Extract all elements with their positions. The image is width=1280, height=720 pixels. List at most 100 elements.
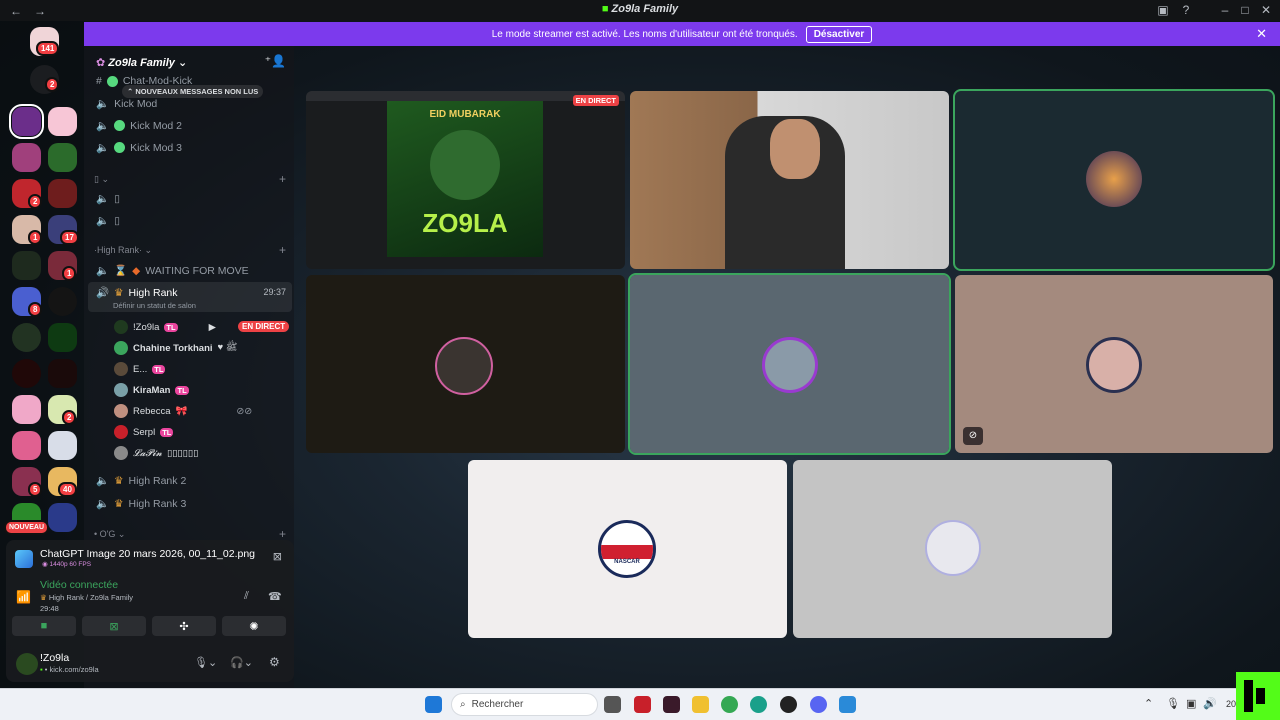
avatar-tile-kiraman[interactable] (628, 273, 951, 455)
voice-user[interactable]: E... TL (114, 362, 166, 376)
server-icon-20[interactable] (48, 431, 77, 460)
stream-quality: ◉ 1440p 60 FPS (42, 561, 92, 568)
tray-chevron-icon[interactable]: ⌃ (1144, 697, 1153, 710)
headphones-icon[interactable]: 🎧⌄ (230, 656, 253, 669)
avatar-tile-serpl[interactable]: NASCAR (468, 460, 787, 638)
speaker-icon: 🔈 (96, 120, 110, 132)
channel-high-rank-2[interactable]: 🔈 ♛ High Rank 2 (96, 474, 186, 488)
channel-kick-mod[interactable]: 🔈 Kick Mod (96, 97, 157, 111)
server-icon-ymc[interactable] (48, 359, 77, 388)
avatar-tile-lapin[interactable] (793, 460, 1112, 638)
server-icon-17[interactable] (12, 395, 41, 424)
server-icon-1[interactable] (9, 104, 44, 139)
stream-tile-zo9la[interactable]: EID MUBARAK ZO9LA EN DIRECT (306, 91, 625, 269)
volume-icon[interactable]: 🔊 (1203, 697, 1217, 710)
avatar-tile-speaking[interactable] (953, 89, 1275, 271)
network-icon[interactable]: ▣ (1186, 697, 1196, 710)
invite-icon[interactable]: ⁺👤 (265, 54, 286, 68)
help-icon[interactable]: ? (1178, 3, 1194, 17)
server-icon-15[interactable] (12, 359, 41, 388)
person-face (770, 119, 820, 179)
channel-kick-mod-2[interactable]: 🔈 Kick Mod 2 (96, 119, 182, 133)
channel-waiting[interactable]: 🔈 ⌛ ◆ WAITING FOR MOVE (96, 264, 249, 278)
title-bar: ← → ■ Zo9la Family ▣ ? – □ ✕ (0, 0, 1280, 21)
share-screen-button[interactable]: ⊠ (82, 616, 146, 636)
close-stream-icon[interactable]: ⊠ (273, 550, 282, 563)
voice-user[interactable]: KiraMan TL (114, 383, 189, 397)
channel-unnamed-2[interactable]: 🔈 ▯ (96, 214, 120, 228)
channel-status[interactable]: Définir un statut de salon (113, 301, 196, 310)
server-header[interactable]: ✿ Zo9la Family ⌄ (96, 56, 187, 69)
noise-suppression-icon[interactable]: ⫽ (244, 590, 249, 603)
avatar[interactable] (16, 653, 38, 675)
voice-status[interactable]: Vidéo connectée (40, 579, 118, 591)
inbox-icon[interactable]: ▣ (1155, 3, 1171, 17)
server-icon-13[interactable] (12, 323, 41, 352)
windows-start-icon[interactable] (425, 696, 442, 713)
app-dark-icon[interactable] (663, 696, 680, 713)
category-high-rank[interactable]: ·High Rank· ⌄ (94, 245, 152, 256)
close-icon[interactable]: ✕ (1256, 26, 1267, 42)
edge-icon[interactable] (750, 696, 767, 713)
server-icon-6[interactable] (48, 179, 77, 208)
server-icon-scl[interactable] (48, 143, 77, 172)
task-view-icon[interactable] (604, 696, 621, 713)
active-channel[interactable]: 🔊 ♛ High Rank 29:37 Définir un statut de… (88, 282, 292, 312)
maximize-button[interactable]: □ (1237, 3, 1253, 17)
voice-user[interactable]: Chahine Torkhani ♥ ﷺ (114, 341, 237, 355)
server-icon-24[interactable] (48, 503, 77, 532)
disable-streamer-button[interactable]: Désactiver (805, 25, 873, 43)
server-badge: 1 (62, 266, 77, 281)
voice-user[interactable]: !Zo9la TL ▶ (114, 320, 216, 334)
close-window-button[interactable]: ✕ (1258, 3, 1274, 17)
voice-user[interactable]: Rebecca 🎀 ⊘⊘ (114, 404, 252, 418)
minimize-button[interactable]: – (1217, 3, 1233, 17)
app-circle-icon[interactable] (780, 696, 797, 713)
add-channel-icon[interactable]: + (279, 527, 286, 541)
server-icon-3[interactable] (12, 143, 41, 172)
file-explorer-icon[interactable] (692, 696, 709, 713)
camera-tile-chahine[interactable] (630, 91, 949, 269)
channel-kick-mod-3[interactable]: 🔈 Kick Mod 3 (96, 141, 182, 155)
server-icon-pvpstar[interactable] (48, 287, 77, 316)
server-icon-alyah[interactable] (12, 251, 41, 280)
channel-high-rank-3[interactable]: 🔈 ♛ High Rank 3 (96, 497, 186, 511)
server-badge-icon: ✿ (96, 57, 106, 69)
home-badge: 141 (36, 41, 60, 56)
camera-button[interactable]: ■ (12, 616, 76, 636)
chrome-icon[interactable] (721, 696, 738, 713)
app-blue-icon[interactable] (839, 696, 856, 713)
voice-user[interactable]: 𝓛𝓪𝓟𝓲𝓷 ▯▯▯▯▯▯ (114, 446, 198, 460)
crown-icon: ♛ (40, 593, 47, 602)
server-icon-2[interactable] (48, 107, 77, 136)
category-og[interactable]: • O'G ⌄ (94, 529, 125, 540)
soundboard-button[interactable]: ✺ (222, 616, 286, 636)
add-channel-icon[interactable]: + (279, 243, 286, 257)
channel-unnamed-1[interactable]: 🔈 ▯ (96, 192, 120, 206)
avatar (762, 337, 818, 393)
category-unnamed[interactable]: ▯ ⌄ (94, 174, 109, 185)
voice-user[interactable]: Serpl TL (114, 425, 174, 439)
app-red-icon[interactable] (634, 696, 651, 713)
taskbar-search[interactable]: ⌕ Rechercher (451, 693, 598, 716)
disconnect-icon[interactable]: ☎ (268, 590, 282, 603)
microphone-icon[interactable]: 🎙⌄ (194, 656, 217, 669)
server-badge: 17 (60, 230, 79, 245)
discord-icon[interactable] (810, 696, 827, 713)
user-tag: TL (164, 322, 178, 332)
speaker-active-icon: 🔊 (96, 287, 110, 299)
avatar (114, 320, 128, 334)
add-channel-icon[interactable]: + (279, 172, 286, 186)
portrait (430, 130, 500, 200)
server-icon-19[interactable] (12, 431, 41, 460)
server-icon-zo9la[interactable] (48, 323, 77, 352)
settings-gear-icon[interactable]: ⚙ (269, 655, 280, 669)
avatar-tile-e[interactable] (306, 275, 625, 453)
speaker-icon: 🔈 (96, 142, 110, 154)
streamer-mode-banner: Le mode streamer est activé. Les noms d'… (84, 22, 1280, 46)
server-badge: 1 (28, 230, 43, 245)
avatar-tile-rebecca[interactable]: ⊘ (955, 275, 1273, 453)
chevron-down-icon: ⌄ (177, 57, 188, 69)
activities-button[interactable]: ✣ (152, 616, 216, 636)
mic-tray-icon[interactable]: 🎙 (1166, 697, 1180, 710)
